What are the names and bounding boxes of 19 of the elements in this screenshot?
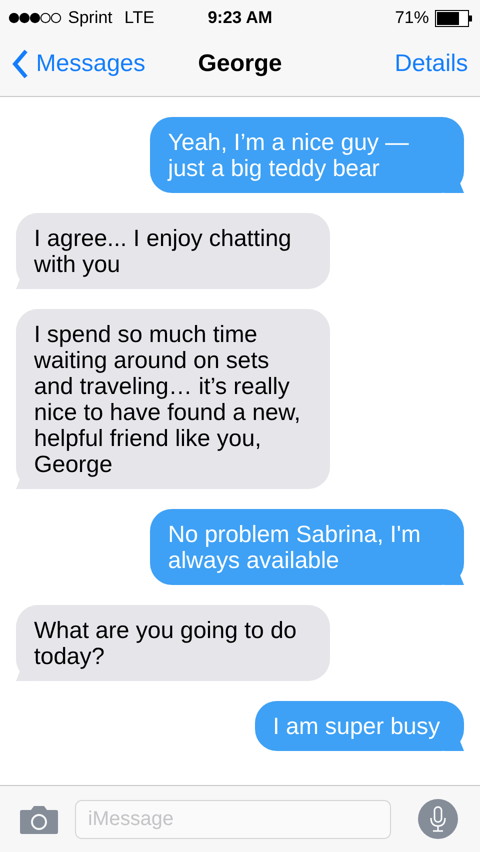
microphone-button[interactable] — [418, 799, 458, 839]
battery-icon — [435, 10, 472, 26]
details-button[interactable]: Details — [282, 50, 468, 78]
network-type: LTE — [124, 8, 154, 28]
status-time: 9:23 AM — [208, 8, 272, 28]
signal-icon — [8, 12, 62, 24]
sent-message: No problem Sabrina, I'm always available — [150, 509, 464, 585]
battery-percent: 71% — [394, 8, 429, 28]
received-message: What are you going to do today? — [16, 605, 330, 681]
received-message: I agree... I enjoy chatting with you — [16, 213, 330, 289]
conversation-title: George — [198, 50, 282, 78]
carrier-name: Sprint — [68, 8, 112, 28]
sent-message: Yeah, I’m a nice guy — just a big teddy bear — [150, 117, 464, 193]
chevron-left-icon — [12, 49, 28, 79]
sent-message: I am super busy — [254, 701, 464, 751]
back-button[interactable]: Messages — [12, 49, 198, 79]
received-message: I spend so much time waiting around on sets and traveling… it’s really nice to have found a new, helpful friend like you, George — [16, 309, 330, 489]
microphone-icon — [429, 806, 447, 832]
camera-icon[interactable] — [20, 804, 58, 834]
